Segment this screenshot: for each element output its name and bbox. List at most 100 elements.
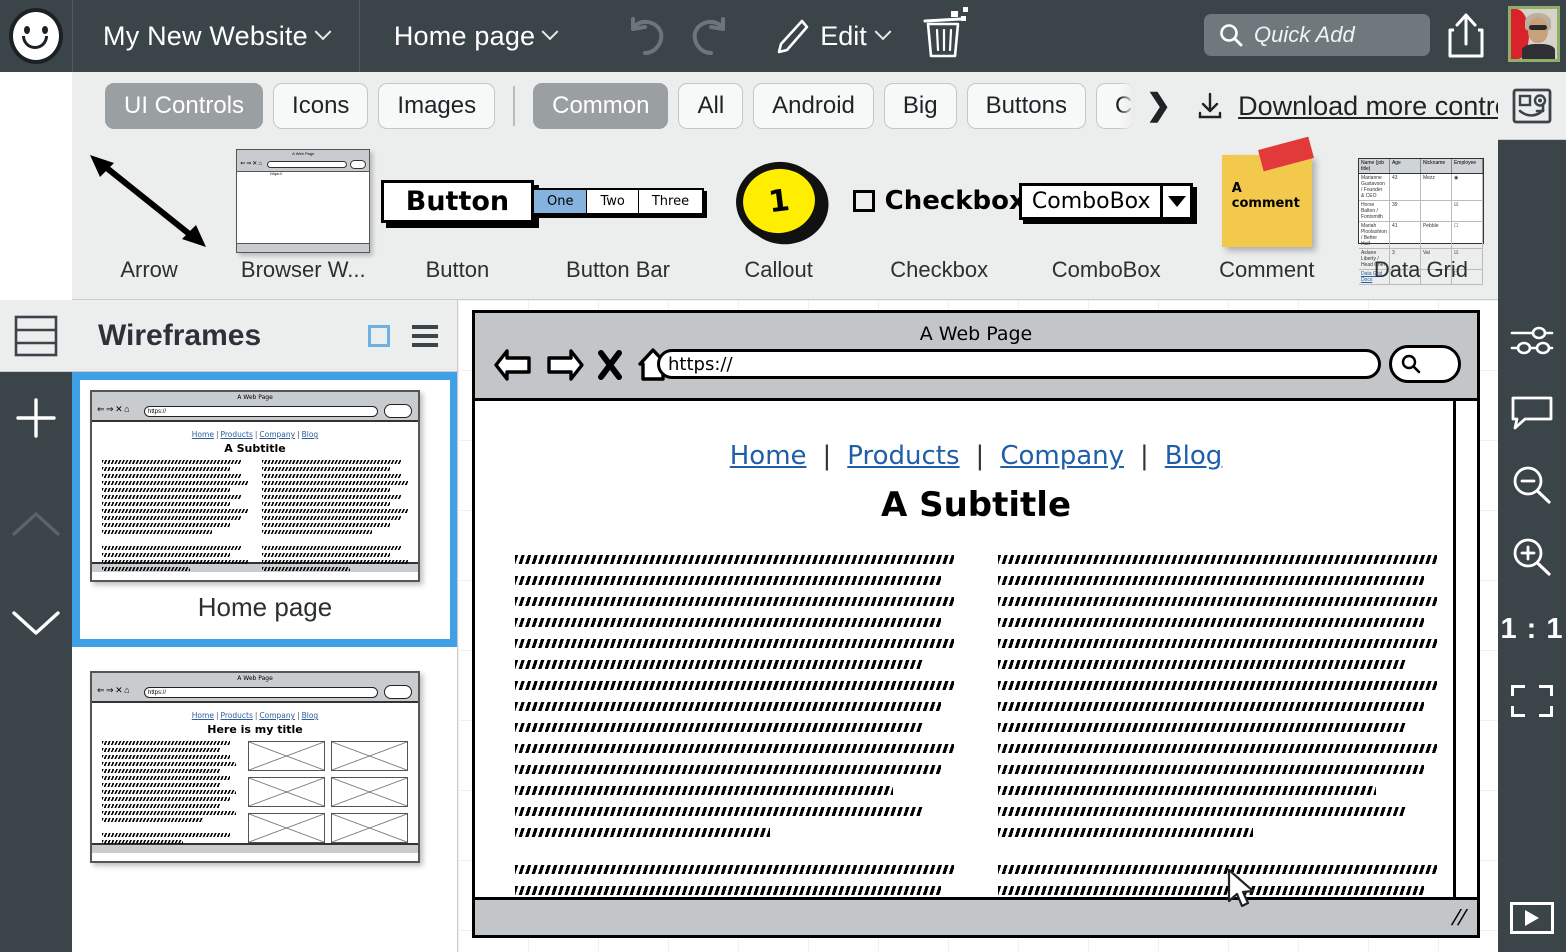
chevron-down-icon: [10, 606, 62, 640]
redo-button[interactable]: [680, 0, 740, 72]
fit-to-screen-icon: [1511, 685, 1553, 717]
mini-subtitle: A Subtitle: [102, 442, 408, 455]
button-bar-stencil: One Two Three: [535, 147, 702, 255]
stencil-group-images[interactable]: Images: [378, 83, 495, 129]
forward-arrow-icon: [545, 348, 585, 382]
stencil-button[interactable]: Button Button: [380, 141, 534, 283]
comment-stencil: A comment: [1190, 147, 1344, 255]
stencil-comment[interactable]: A comment Comment: [1190, 141, 1344, 283]
stencil-group-ui-controls[interactable]: UI Controls: [105, 83, 263, 129]
browser-url-input[interactable]: https://: [657, 349, 1381, 379]
stencil-callout[interactable]: 1 Callout: [702, 141, 856, 283]
browser-chrome: A Web Page https://: [475, 313, 1477, 401]
page-title: Wireframes: [98, 319, 358, 353]
paragraph: [998, 555, 1437, 837]
quick-add-input[interactable]: Quick Add: [1204, 14, 1430, 56]
stencil-toolbar: UI Controls Icons Images Common All Andr…: [72, 72, 1498, 300]
zoom-ratio-button[interactable]: 1 : 1: [1498, 593, 1566, 665]
project-info-button[interactable]: [1498, 72, 1566, 140]
pencil-icon: [774, 17, 810, 55]
combobox-stencil: ComboBox: [1023, 147, 1190, 255]
stencil-arrow[interactable]: Arrow: [72, 141, 226, 283]
browser-nav-buttons: [493, 347, 671, 383]
nav-link-products[interactable]: Products: [847, 441, 959, 471]
sliders-properties-icon: [1510, 324, 1554, 358]
two-column-body: [497, 555, 1455, 897]
wireframe-canvas[interactable]: A Web Page https://: [458, 300, 1498, 952]
stencil-filter-common[interactable]: Common: [533, 83, 668, 129]
wireframe-thumbnail: A Web Page ⇐⇒✕⌂ https:// Home|Products|C…: [90, 390, 420, 582]
table-row: Marianne Gustavson / Founder & CEO 43 Me…: [1359, 174, 1483, 201]
nav-separator: |: [976, 441, 985, 471]
stencil-filter-all[interactable]: All: [678, 83, 743, 129]
stencil-checkbox[interactable]: Checkbox Checkbox: [856, 141, 1023, 283]
delete-button[interactable]: [917, 6, 971, 67]
fit-to-screen-button[interactable]: [1498, 665, 1566, 737]
browser-window-stencil: A Web Page ⇐⇒✕⌂ https://: [226, 147, 380, 255]
resize-grip-icon[interactable]: //: [1449, 907, 1468, 929]
zoom-out-button[interactable]: [1498, 449, 1566, 521]
chevron-down-icon: [314, 23, 331, 40]
project-title-menu[interactable]: My New Website: [73, 0, 359, 72]
left-action-rail: [0, 372, 72, 952]
move-down-button[interactable]: [10, 606, 62, 645]
comments-button[interactable]: [1498, 377, 1566, 449]
stencil-label: Button Bar: [566, 257, 670, 283]
stencil-filter-android[interactable]: Android: [753, 83, 874, 129]
arrow-stencil: [72, 147, 226, 255]
plus-icon: [12, 394, 60, 442]
download-more-controls-link[interactable]: Download more controls: [1195, 91, 1498, 122]
stencil-label: Comment: [1219, 257, 1314, 283]
selection-square-icon[interactable]: [368, 325, 390, 347]
stencil-button-bar[interactable]: One Two Three Button Bar: [535, 141, 702, 283]
chevron-right-icon[interactable]: ❯: [1146, 91, 1171, 121]
app-logo[interactable]: [0, 0, 72, 72]
stencil-combobox[interactable]: ComboBox ComboBox: [1023, 141, 1190, 283]
stencil-gallery: Arrow A Web Page ⇐⇒✕⌂ https://: [72, 141, 1498, 300]
undo-button[interactable]: [616, 0, 676, 72]
stencil-filter-buttons[interactable]: Buttons: [967, 83, 1086, 129]
chevron-down-icon: [874, 23, 891, 40]
wireframes-list[interactable]: A Web Page ⇐⇒✕⌂ https:// Home|Products|C…: [72, 372, 458, 952]
properties-button[interactable]: [1498, 305, 1566, 377]
mini-subtitle: Here is my title: [102, 723, 408, 736]
nav-link-home[interactable]: Home: [730, 441, 807, 471]
add-wireframe-button[interactable]: [12, 394, 60, 447]
nav-link-blog[interactable]: Blog: [1165, 441, 1222, 471]
zoom-in-button[interactable]: [1498, 521, 1566, 593]
page-title-menu[interactable]: Home page: [360, 0, 590, 72]
stencil-data-grid[interactable]: Name (job title) Age Nickname Employee M…: [1344, 141, 1498, 283]
stencil-group-icons[interactable]: Icons: [273, 83, 368, 129]
panels-layout-icon: [13, 314, 59, 358]
download-more-controls-label: Download more controls: [1238, 91, 1498, 122]
avatar[interactable]: [1508, 6, 1560, 62]
browser-window-title: A Web Page: [475, 313, 1477, 345]
wireframe-thumbnail: A Web Page ⇐⇒✕⌂ https:// Home|Products|C…: [90, 671, 420, 863]
url-value: https://: [668, 354, 733, 375]
list-item[interactable]: A Web Page ⇐⇒✕⌂ https:// Home|Products|C…: [72, 647, 458, 871]
tape-icon: [1258, 137, 1314, 172]
list-item[interactable]: A Web Page ⇐⇒✕⌂ https:// Home|Products|C…: [72, 372, 458, 647]
stencil-filter-big[interactable]: Big: [884, 83, 957, 129]
undo-arrow-icon: [623, 15, 669, 57]
stencil-filter-containers[interactable]: Containers: [1096, 83, 1134, 129]
table-row: Mariah Ploolashion / Better Half 41 Pebb…: [1359, 222, 1483, 249]
checkbox-box-icon: [853, 190, 875, 212]
edit-menu-button[interactable]: Edit: [774, 17, 889, 55]
browser-search-input[interactable]: [1389, 345, 1461, 383]
browser-nav-glyphs: ⇐⇒✕⌂: [97, 405, 131, 414]
browser-window-widget[interactable]: A Web Page https://: [472, 310, 1480, 938]
callout-stencil: 1: [702, 147, 856, 255]
presentation-button[interactable]: [1510, 902, 1554, 934]
nav-link-company[interactable]: Company: [1000, 441, 1124, 471]
share-button[interactable]: [1444, 10, 1488, 60]
panels-toggle-button[interactable]: [0, 300, 72, 372]
play-presentation-icon: [1510, 902, 1554, 934]
combobox-stencil-label: ComboBox: [1022, 186, 1161, 217]
page-scrollbar[interactable]: [1453, 401, 1477, 897]
stencil-browser-window[interactable]: A Web Page ⇐⇒✕⌂ https:// Browser W...: [226, 141, 380, 283]
hamburger-menu-icon[interactable]: [412, 325, 438, 347]
zoom-ratio-label: 1 : 1: [1500, 613, 1563, 646]
data-grid-header-row: Name (job title) Age Nickname Employee: [1359, 159, 1483, 174]
move-up-button[interactable]: [10, 507, 62, 546]
